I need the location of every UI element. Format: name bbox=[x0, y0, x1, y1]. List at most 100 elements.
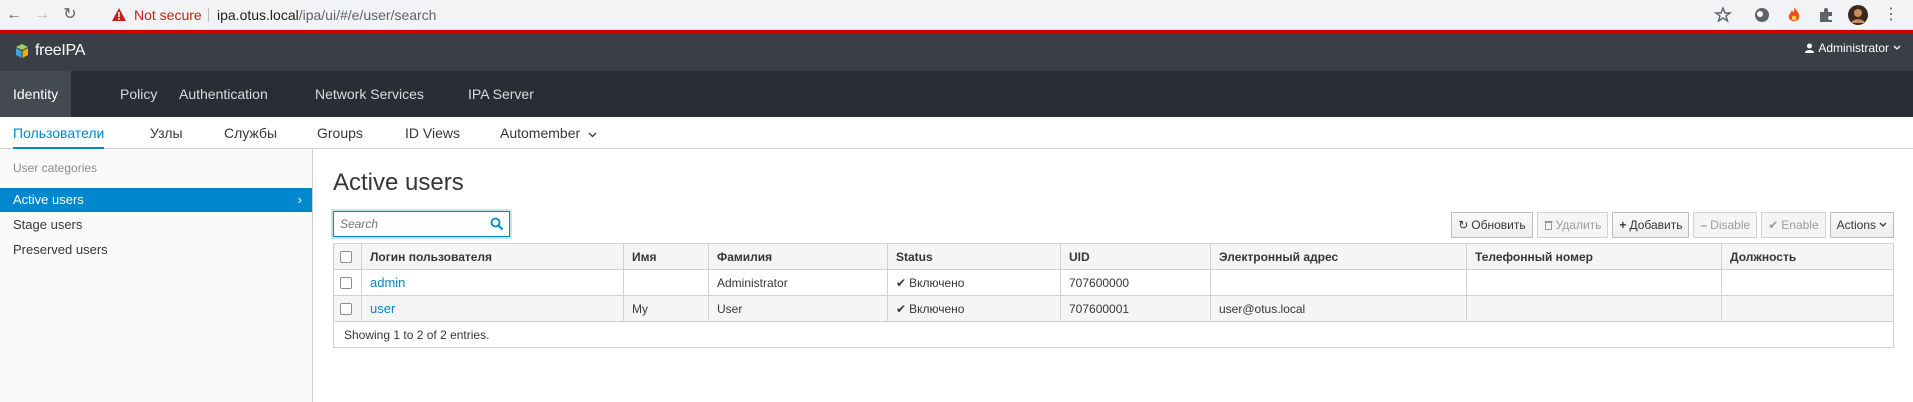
chevron-down-icon bbox=[588, 132, 597, 138]
plus-icon: + bbox=[1619, 218, 1627, 232]
masthead: freeIPA Administrator bbox=[0, 30, 1913, 71]
forward-arrow-icon[interactable]: → bbox=[32, 5, 52, 25]
column-header-uid[interactable]: UID bbox=[1060, 243, 1211, 270]
status-text: Включено bbox=[909, 301, 965, 316]
sidebar-item-active-users[interactable]: Active users › bbox=[0, 188, 312, 212]
cell-job-title bbox=[1721, 269, 1894, 296]
cell-first-name bbox=[623, 269, 709, 296]
chevron-down-icon bbox=[1879, 222, 1887, 227]
delete-button-label: Удалить bbox=[1555, 218, 1602, 232]
refresh-icon: ↻ bbox=[1458, 218, 1469, 232]
disable-button[interactable]: – Disable bbox=[1693, 212, 1758, 238]
url-host: ipa.otus.local bbox=[217, 7, 299, 23]
column-header-phone[interactable]: Телефонный номер bbox=[1466, 243, 1722, 270]
tab-hosts[interactable]: Узлы bbox=[150, 117, 183, 149]
row-checkbox[interactable] bbox=[340, 303, 352, 316]
column-header-email[interactable]: Электронный адрес bbox=[1210, 243, 1467, 270]
status-text: Включено bbox=[909, 275, 965, 290]
primary-nav-authentication[interactable]: Authentication bbox=[166, 71, 281, 117]
chevron-right-icon: › bbox=[297, 192, 302, 207]
sidebar-category-label: User categories bbox=[13, 161, 98, 175]
sidebar-item-stage-users[interactable]: Stage users bbox=[0, 213, 312, 237]
column-header-first-name[interactable]: Имя bbox=[623, 243, 709, 270]
address-bar[interactable]: Not secure ipa.otus.local/ipa/ui/#/e/use… bbox=[100, 3, 1740, 27]
tab-automember[interactable]: Automember bbox=[500, 117, 597, 149]
column-header-status[interactable]: Status bbox=[887, 243, 1061, 270]
cell-last-name: Administrator bbox=[708, 269, 888, 296]
chevron-down-icon bbox=[1893, 45, 1901, 50]
url-text: ipa.otus.local/ipa/ui/#/e/user/search bbox=[217, 7, 436, 23]
cell-email bbox=[1210, 269, 1467, 296]
minus-icon: – bbox=[1700, 218, 1708, 232]
cell-job-title bbox=[1721, 295, 1894, 322]
enable-button[interactable]: ✔ Enable bbox=[1761, 212, 1826, 238]
extension-fire-icon[interactable] bbox=[1784, 5, 1804, 25]
actions-dropdown[interactable]: Actions bbox=[1829, 212, 1894, 238]
column-header-last-name[interactable]: Фамилия bbox=[708, 243, 888, 270]
row-select-cell bbox=[333, 269, 362, 296]
primary-nav-policy[interactable]: Policy bbox=[107, 71, 170, 117]
check-icon: ✔ bbox=[896, 275, 907, 290]
user-link[interactable]: admin bbox=[370, 275, 405, 290]
row-select-cell bbox=[333, 295, 362, 322]
user-icon bbox=[1805, 43, 1815, 53]
primary-nav-ipa-server[interactable]: IPA Server bbox=[455, 71, 547, 117]
search-input[interactable] bbox=[334, 212, 484, 236]
column-header-login[interactable]: Логин пользователя bbox=[361, 243, 624, 270]
secondary-nav: Пользователи Узлы Службы Groups ID Views… bbox=[0, 117, 1913, 149]
trash-icon bbox=[1544, 221, 1553, 230]
cell-phone bbox=[1466, 269, 1722, 296]
cell-first-name: My bbox=[623, 295, 709, 322]
enable-button-label: Enable bbox=[1781, 218, 1819, 232]
browser-toolbar: ← → ↻ Not secure ipa.otus.local/ipa/ui/#… bbox=[0, 0, 1913, 30]
delete-button[interactable]: Удалить bbox=[1536, 212, 1609, 238]
primary-nav-identity[interactable]: Identity bbox=[0, 71, 72, 117]
profile-avatar-icon[interactable] bbox=[1848, 5, 1868, 25]
cell-uid: 707600000 bbox=[1060, 269, 1211, 296]
user-menu-label: Administrator bbox=[1818, 41, 1889, 55]
column-header-job-title[interactable]: Должность bbox=[1721, 243, 1894, 270]
tab-services[interactable]: Службы bbox=[224, 117, 277, 149]
pagination-summary: Showing 1 to 2 of 2 entries. bbox=[333, 321, 1894, 348]
table-row: admin Administrator ✔ Включено 707600000 bbox=[333, 269, 1894, 296]
select-all-checkbox[interactable] bbox=[340, 251, 352, 264]
bookmark-star-icon[interactable] bbox=[1713, 5, 1733, 25]
table-header-row: Логин пользователя Имя Фамилия Status UI… bbox=[333, 243, 1894, 270]
actions-dropdown-label: Actions bbox=[1836, 218, 1876, 232]
cell-login: admin bbox=[361, 269, 624, 296]
sidebar: User categories Active users › Stage use… bbox=[0, 149, 313, 402]
tab-groups[interactable]: Groups bbox=[317, 117, 363, 149]
user-menu[interactable]: Administrator bbox=[1805, 41, 1901, 55]
check-icon: ✔ bbox=[896, 301, 907, 316]
user-link[interactable]: user bbox=[370, 301, 395, 316]
extensions-puzzle-icon[interactable] bbox=[1816, 5, 1836, 25]
table-toolbar: ↻ Обновить Удалить + Добавить – Disable … bbox=[1451, 212, 1894, 238]
users-table: Логин пользователя Имя Фамилия Status UI… bbox=[333, 243, 1894, 348]
check-icon: ✔ bbox=[1768, 218, 1779, 232]
cell-uid: 707600001 bbox=[1060, 295, 1211, 322]
sidebar-item-label: Active users bbox=[13, 192, 84, 207]
kebab-menu-icon[interactable]: ⋮ bbox=[1881, 5, 1901, 25]
brand-name: freeIPA bbox=[35, 42, 86, 59]
reload-icon[interactable]: ↻ bbox=[60, 5, 80, 25]
search-icon[interactable] bbox=[490, 217, 504, 231]
tab-id-views[interactable]: ID Views bbox=[405, 117, 460, 149]
cell-email: user@otus.local bbox=[1210, 295, 1467, 322]
table-row: user My User ✔ Включено 707600001 user@ot… bbox=[333, 295, 1894, 322]
tab-users[interactable]: Пользователи bbox=[13, 117, 105, 149]
primary-nav-network-services[interactable]: Network Services bbox=[302, 71, 437, 117]
select-all-cell bbox=[333, 243, 362, 270]
security-label: Not secure bbox=[134, 7, 202, 23]
row-checkbox[interactable] bbox=[340, 277, 352, 290]
sidebar-item-preserved-users[interactable]: Preserved users bbox=[0, 238, 312, 262]
refresh-button[interactable]: ↻ Обновить bbox=[1451, 212, 1533, 238]
add-button-label: Добавить bbox=[1629, 218, 1683, 232]
url-path: /ipa/ui/#/e/user/search bbox=[298, 7, 437, 23]
cell-login: user bbox=[361, 295, 624, 322]
add-button[interactable]: + Добавить bbox=[1612, 212, 1690, 238]
extension-speech-icon[interactable] bbox=[1752, 5, 1772, 25]
cell-last-name: User bbox=[708, 295, 888, 322]
back-arrow-icon[interactable]: ← bbox=[4, 5, 24, 25]
cell-status: ✔ Включено bbox=[887, 295, 1061, 322]
page-title: Active users bbox=[333, 169, 464, 196]
